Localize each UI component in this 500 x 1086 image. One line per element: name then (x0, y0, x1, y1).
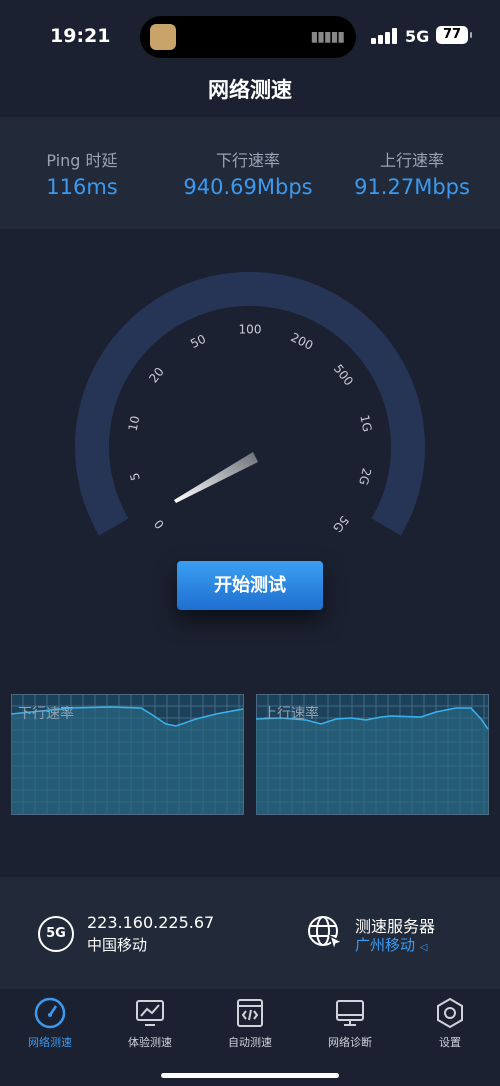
isp-name: 中国移动 (87, 936, 148, 954)
status-bar: 19:21 ▮▮▮▮▮ 5G 77 (0, 0, 500, 72)
gauge-tick-label: 0 (151, 517, 167, 532)
stat-upload: 上行速率 91.27Mbps (332, 147, 492, 199)
download-graph: 下行速率 (11, 694, 244, 815)
stat-download-label: 下行速率 (215, 151, 280, 170)
tab-speed-test[interactable]: 网络测速 (0, 996, 100, 1050)
gauge-needle (174, 452, 258, 503)
gauge-tick-label: 2G (356, 467, 374, 487)
stat-download-value: 940.69Mbps (183, 175, 313, 199)
speed-gauge: 0 5 10 20 50 100 200 500 1G 2G 5G (75, 271, 425, 536)
tab-settings-label: 设置 (439, 1036, 461, 1049)
gauge-tick-labels: 0 5 10 20 50 100 200 500 1G 2G 5G (126, 323, 375, 536)
gauge-tick-label: 10 (126, 414, 143, 432)
gauge-tick-label: 500 (331, 362, 356, 389)
ip-address: 223.160.225.67 (87, 913, 215, 932)
now-playing-thumbnail (150, 24, 176, 50)
gauge-tick-label: 100 (239, 323, 262, 337)
triangle-left-icon: ◁ (419, 942, 428, 953)
network-type: 5G (405, 27, 430, 46)
chart-monitor-icon (136, 1000, 164, 1026)
gauge-tick-label: 200 (289, 330, 316, 353)
connection-info-panel: 5G 223.160.225.67 中国移动 测速服务器 广州移动 ◁ (0, 877, 500, 989)
monitor-icon (336, 1000, 364, 1026)
tab-auto-test[interactable]: 自动测速 (200, 996, 300, 1050)
dynamic-island[interactable]: ▮▮▮▮▮ (140, 16, 356, 58)
upload-graph-label: 上行速率 (263, 706, 319, 722)
stat-ping-label: Ping 时延 (46, 151, 118, 170)
download-graph-label: 下行速率 (18, 706, 74, 722)
tab-auto-test-label: 自动测速 (228, 1036, 272, 1049)
tab-experience-test-label: 体验测速 (128, 1036, 172, 1049)
gauge-tick-label: 1G (357, 414, 374, 433)
download-curve (11, 707, 243, 814)
upload-curve (256, 708, 488, 814)
stat-ping-value: 116ms (46, 175, 118, 199)
server-selector[interactable]: 广州移动 ◁ (355, 934, 428, 955)
stat-upload-label: 上行速率 (379, 151, 444, 170)
audio-wave-icon: ▮▮▮▮▮ (310, 29, 345, 45)
upload-graph: 上行速率 (256, 694, 489, 815)
gauge-tick-label: 50 (188, 332, 208, 351)
gauge-tick-label: 5 (127, 471, 142, 482)
tab-bar: 网络测速 体验测速 自动测速 网络诊断 设置 (0, 990, 500, 1086)
5g-icon: 5G (38, 916, 74, 952)
signal-icon (371, 28, 399, 44)
gauge-tick-label: 20 (146, 365, 166, 386)
settings-hexagon-icon (437, 997, 463, 1029)
stat-ping: Ping 时延 116ms (2, 147, 162, 199)
tab-network-diagnosis-label: 网络诊断 (328, 1036, 372, 1049)
battery-icon: 77 (436, 26, 472, 44)
speedometer-icon (34, 997, 66, 1029)
server-value: 广州移动 (355, 936, 416, 954)
globe-icon (308, 916, 344, 952)
start-test-button[interactable]: 开始测试 (177, 561, 323, 610)
stat-upload-value: 91.27Mbps (354, 175, 470, 199)
tab-speed-test-label: 网络测速 (28, 1036, 72, 1049)
gauge-tick-label: 5G (330, 513, 352, 535)
status-time: 19:21 (50, 25, 111, 47)
home-indicator[interactable] (161, 1073, 339, 1078)
tab-network-diagnosis[interactable]: 网络诊断 (300, 996, 400, 1050)
code-window-icon (237, 999, 263, 1027)
tab-experience-test[interactable]: 体验测速 (100, 996, 200, 1050)
tab-settings[interactable]: 设置 (400, 996, 500, 1050)
stats-panel: Ping 时延 116ms 下行速率 940.69Mbps 上行速率 91.27… (0, 117, 500, 229)
stat-download: 下行速率 940.69Mbps (168, 147, 328, 199)
page-title: 网络测速 (208, 78, 292, 102)
